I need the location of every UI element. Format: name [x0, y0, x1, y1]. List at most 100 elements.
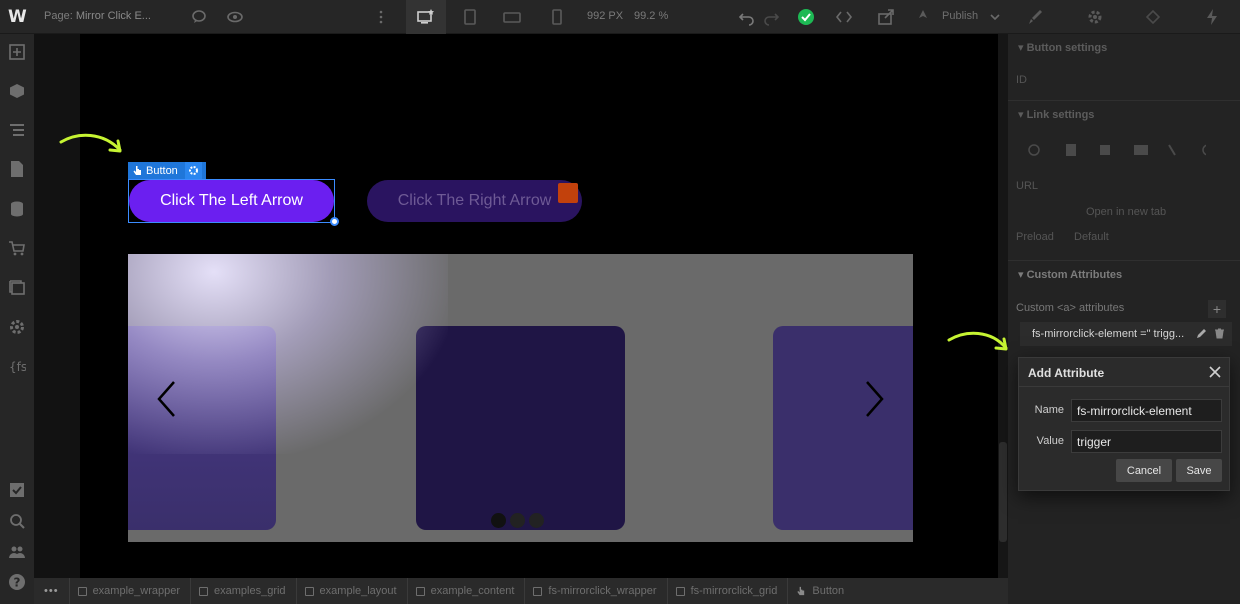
selected-element-tag[interactable]: Button [128, 162, 206, 179]
canvas-scrollbar-thumb[interactable] [999, 442, 1007, 542]
code-icon[interactable] [835, 8, 853, 26]
value-label: Value [1036, 435, 1064, 447]
id-label: ID [1016, 74, 1027, 86]
breadcrumb-label: Button [812, 585, 845, 597]
search-icon[interactable] [8, 512, 26, 530]
slider-right-arrow-icon[interactable] [863, 379, 887, 419]
breadcrumb-label: examples_grid [214, 585, 286, 597]
settings-gear-tab-icon[interactable] [1086, 8, 1104, 26]
preview-eye-icon[interactable] [226, 8, 244, 26]
mobile-portrait-icon[interactable] [548, 8, 566, 26]
divider [1008, 260, 1240, 261]
published-check-icon[interactable] [797, 8, 815, 26]
link-settings-heading[interactable]: ▾ Link settings [1018, 108, 1094, 121]
chevron-down-icon[interactable] [986, 8, 1004, 26]
canvas-width: 992 PX [587, 10, 624, 22]
breadcrumb-item-current[interactable]: Button [788, 578, 854, 604]
more-vertical-icon[interactable] [372, 8, 390, 26]
mobile-landscape-icon[interactable] [503, 8, 521, 26]
top-bar: W Page: Mirror Click E... 992 PX 99.2 % … [0, 0, 1240, 34]
preload-select[interactable]: Default [1074, 231, 1109, 243]
audit-checkbox-icon[interactable] [8, 481, 26, 499]
redo-icon[interactable] [762, 8, 780, 26]
link-type-icons[interactable] [1026, 142, 1206, 158]
navigator-icon[interactable] [8, 121, 26, 139]
pages-icon[interactable] [8, 160, 26, 178]
add-attribute-dialog: Add Attribute Name Value Cancel Save [1018, 357, 1230, 491]
div-block-icon [77, 586, 87, 596]
div-block-icon [533, 586, 543, 596]
slider-dot[interactable] [510, 513, 525, 528]
webflow-logo[interactable]: W [8, 7, 27, 27]
slider-dots [491, 513, 544, 528]
canvas-zoom: 99.2 % [634, 10, 669, 22]
resize-handle[interactable] [330, 217, 339, 226]
edit-pencil-icon[interactable] [1196, 328, 1207, 339]
attribute-value-input[interactable] [1071, 430, 1222, 453]
breadcrumb-label: example_wrapper [92, 585, 180, 597]
name-label: Name [1034, 404, 1064, 416]
preload-label: Preload [1016, 231, 1054, 243]
custom-attributes-subtitle: Custom <a> attributes [1016, 302, 1125, 314]
breadcrumb-label: example_content [430, 585, 515, 597]
page-name: Mirror Click E... [75, 10, 151, 22]
breadcrumb-more[interactable]: ••• [34, 578, 70, 604]
slider-dot-active[interactable] [491, 513, 506, 528]
publish-button[interactable]: Publish [942, 10, 978, 22]
url-label: URL [1016, 180, 1039, 192]
interactions-icon[interactable] [1144, 8, 1162, 26]
close-icon[interactable] [1207, 364, 1223, 380]
assets-images-icon[interactable] [8, 279, 26, 297]
attribute-row[interactable]: fs-mirrorclick-element =" trigg... [1020, 322, 1232, 346]
breadcrumb-label: example_layout [319, 585, 397, 597]
slider-left-arrow-icon[interactable] [154, 379, 178, 419]
page-selector[interactable]: Page: Mirror Click E... [44, 10, 151, 22]
click-right-arrow-button[interactable]: Click The Right Arrow [367, 180, 582, 222]
ecommerce-cart-icon[interactable] [8, 239, 26, 257]
custom-attributes-heading[interactable]: ▾ Custom Attributes [1018, 268, 1122, 281]
attribute-name-input[interactable] [1071, 399, 1222, 422]
slider-dot[interactable] [529, 513, 544, 528]
settings-icon[interactable] [8, 318, 26, 336]
finsweet-fs-icon[interactable]: {fs [8, 357, 26, 375]
add-elements-icon[interactable] [8, 43, 26, 61]
breadcrumb-item[interactable]: fs-mirrorclick_grid [668, 578, 789, 604]
breadcrumb-label: fs-mirrorclick_wrapper [548, 585, 657, 597]
export-icon[interactable] [877, 8, 895, 26]
breadcrumb-item[interactable]: example_layout [297, 578, 408, 604]
components-cube-icon[interactable] [8, 82, 26, 100]
tablet-icon[interactable] [461, 8, 479, 26]
add-attribute-button[interactable]: + [1208, 300, 1226, 318]
save-button[interactable]: Save [1176, 459, 1222, 482]
canvas-scrollbar[interactable] [998, 34, 1008, 578]
undo-icon[interactable] [738, 8, 756, 26]
div-block-icon [415, 586, 425, 596]
breadcrumb-item[interactable]: fs-mirrorclick_wrapper [525, 578, 668, 604]
slider-component[interactable] [128, 254, 913, 542]
breadcrumb-item[interactable]: example_content [408, 578, 526, 604]
divider [1008, 100, 1240, 101]
cms-database-icon[interactable] [8, 200, 26, 218]
desktop-star-icon[interactable] [416, 8, 434, 26]
element-settings-gear-icon[interactable] [184, 162, 202, 179]
breadcrumb-item[interactable]: example_wrapper [70, 578, 191, 604]
cancel-button[interactable]: Cancel [1116, 459, 1172, 482]
comment-icon[interactable] [190, 8, 208, 26]
section-title: Link settings [1026, 109, 1095, 121]
pointer-arrow-right-icon [947, 331, 1008, 351]
users-icon[interactable] [8, 543, 26, 561]
page-prefix: Page: [44, 10, 73, 22]
settings-panel: ▾ Button settings ID ▾ Link settings URL… [1008, 34, 1240, 604]
open-new-tab-checkbox[interactable]: Open in new tab [1086, 206, 1166, 218]
publish-rocket-icon [919, 10, 927, 18]
style-brush-icon[interactable] [1026, 8, 1044, 26]
delete-trash-icon[interactable] [1214, 328, 1225, 339]
hand-pointer-icon [797, 586, 805, 596]
pointer-arrow-left-icon [59, 133, 122, 153]
attribute-text: fs-mirrorclick-element =" trigg... [1032, 328, 1185, 340]
breadcrumb-item[interactable]: examples_grid [191, 578, 297, 604]
button-settings-heading[interactable]: ▾ Button settings [1018, 41, 1107, 54]
element-warning-badge-icon [558, 183, 578, 203]
interactions-bolt-icon[interactable] [1203, 8, 1221, 26]
help-icon[interactable]: ? [8, 573, 26, 591]
